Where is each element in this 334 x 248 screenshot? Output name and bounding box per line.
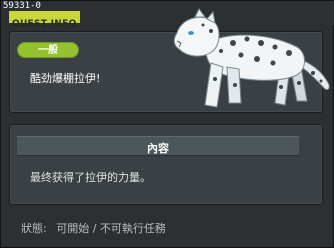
quest-info-window: 59331-0 QUEST INFO 一般 酷劲爆棚拉伊! 內容 最终获得了拉伊… bbox=[0, 0, 334, 248]
title-tag: QUEST INFO bbox=[9, 11, 80, 29]
window-title: QUEST INFO bbox=[12, 19, 77, 29]
snow-leopard-illustration bbox=[173, 8, 330, 108]
content-header-label: 內容 bbox=[147, 142, 169, 155]
content-section-header: 內容 bbox=[17, 136, 299, 156]
category-badge: 一般 bbox=[17, 42, 79, 58]
status-value: 可開始 / 不可執行任務 bbox=[56, 222, 166, 235]
quest-description: 最终获得了拉伊的力量。 bbox=[30, 171, 151, 184]
quest-name: 酷劲爆棚拉伊! bbox=[30, 72, 101, 85]
status-label: 狀態: bbox=[21, 222, 47, 235]
quest-id: 59331-0 bbox=[3, 1, 41, 11]
quest-status: 狀態: 可開始 / 不可執行任務 bbox=[21, 220, 172, 236]
